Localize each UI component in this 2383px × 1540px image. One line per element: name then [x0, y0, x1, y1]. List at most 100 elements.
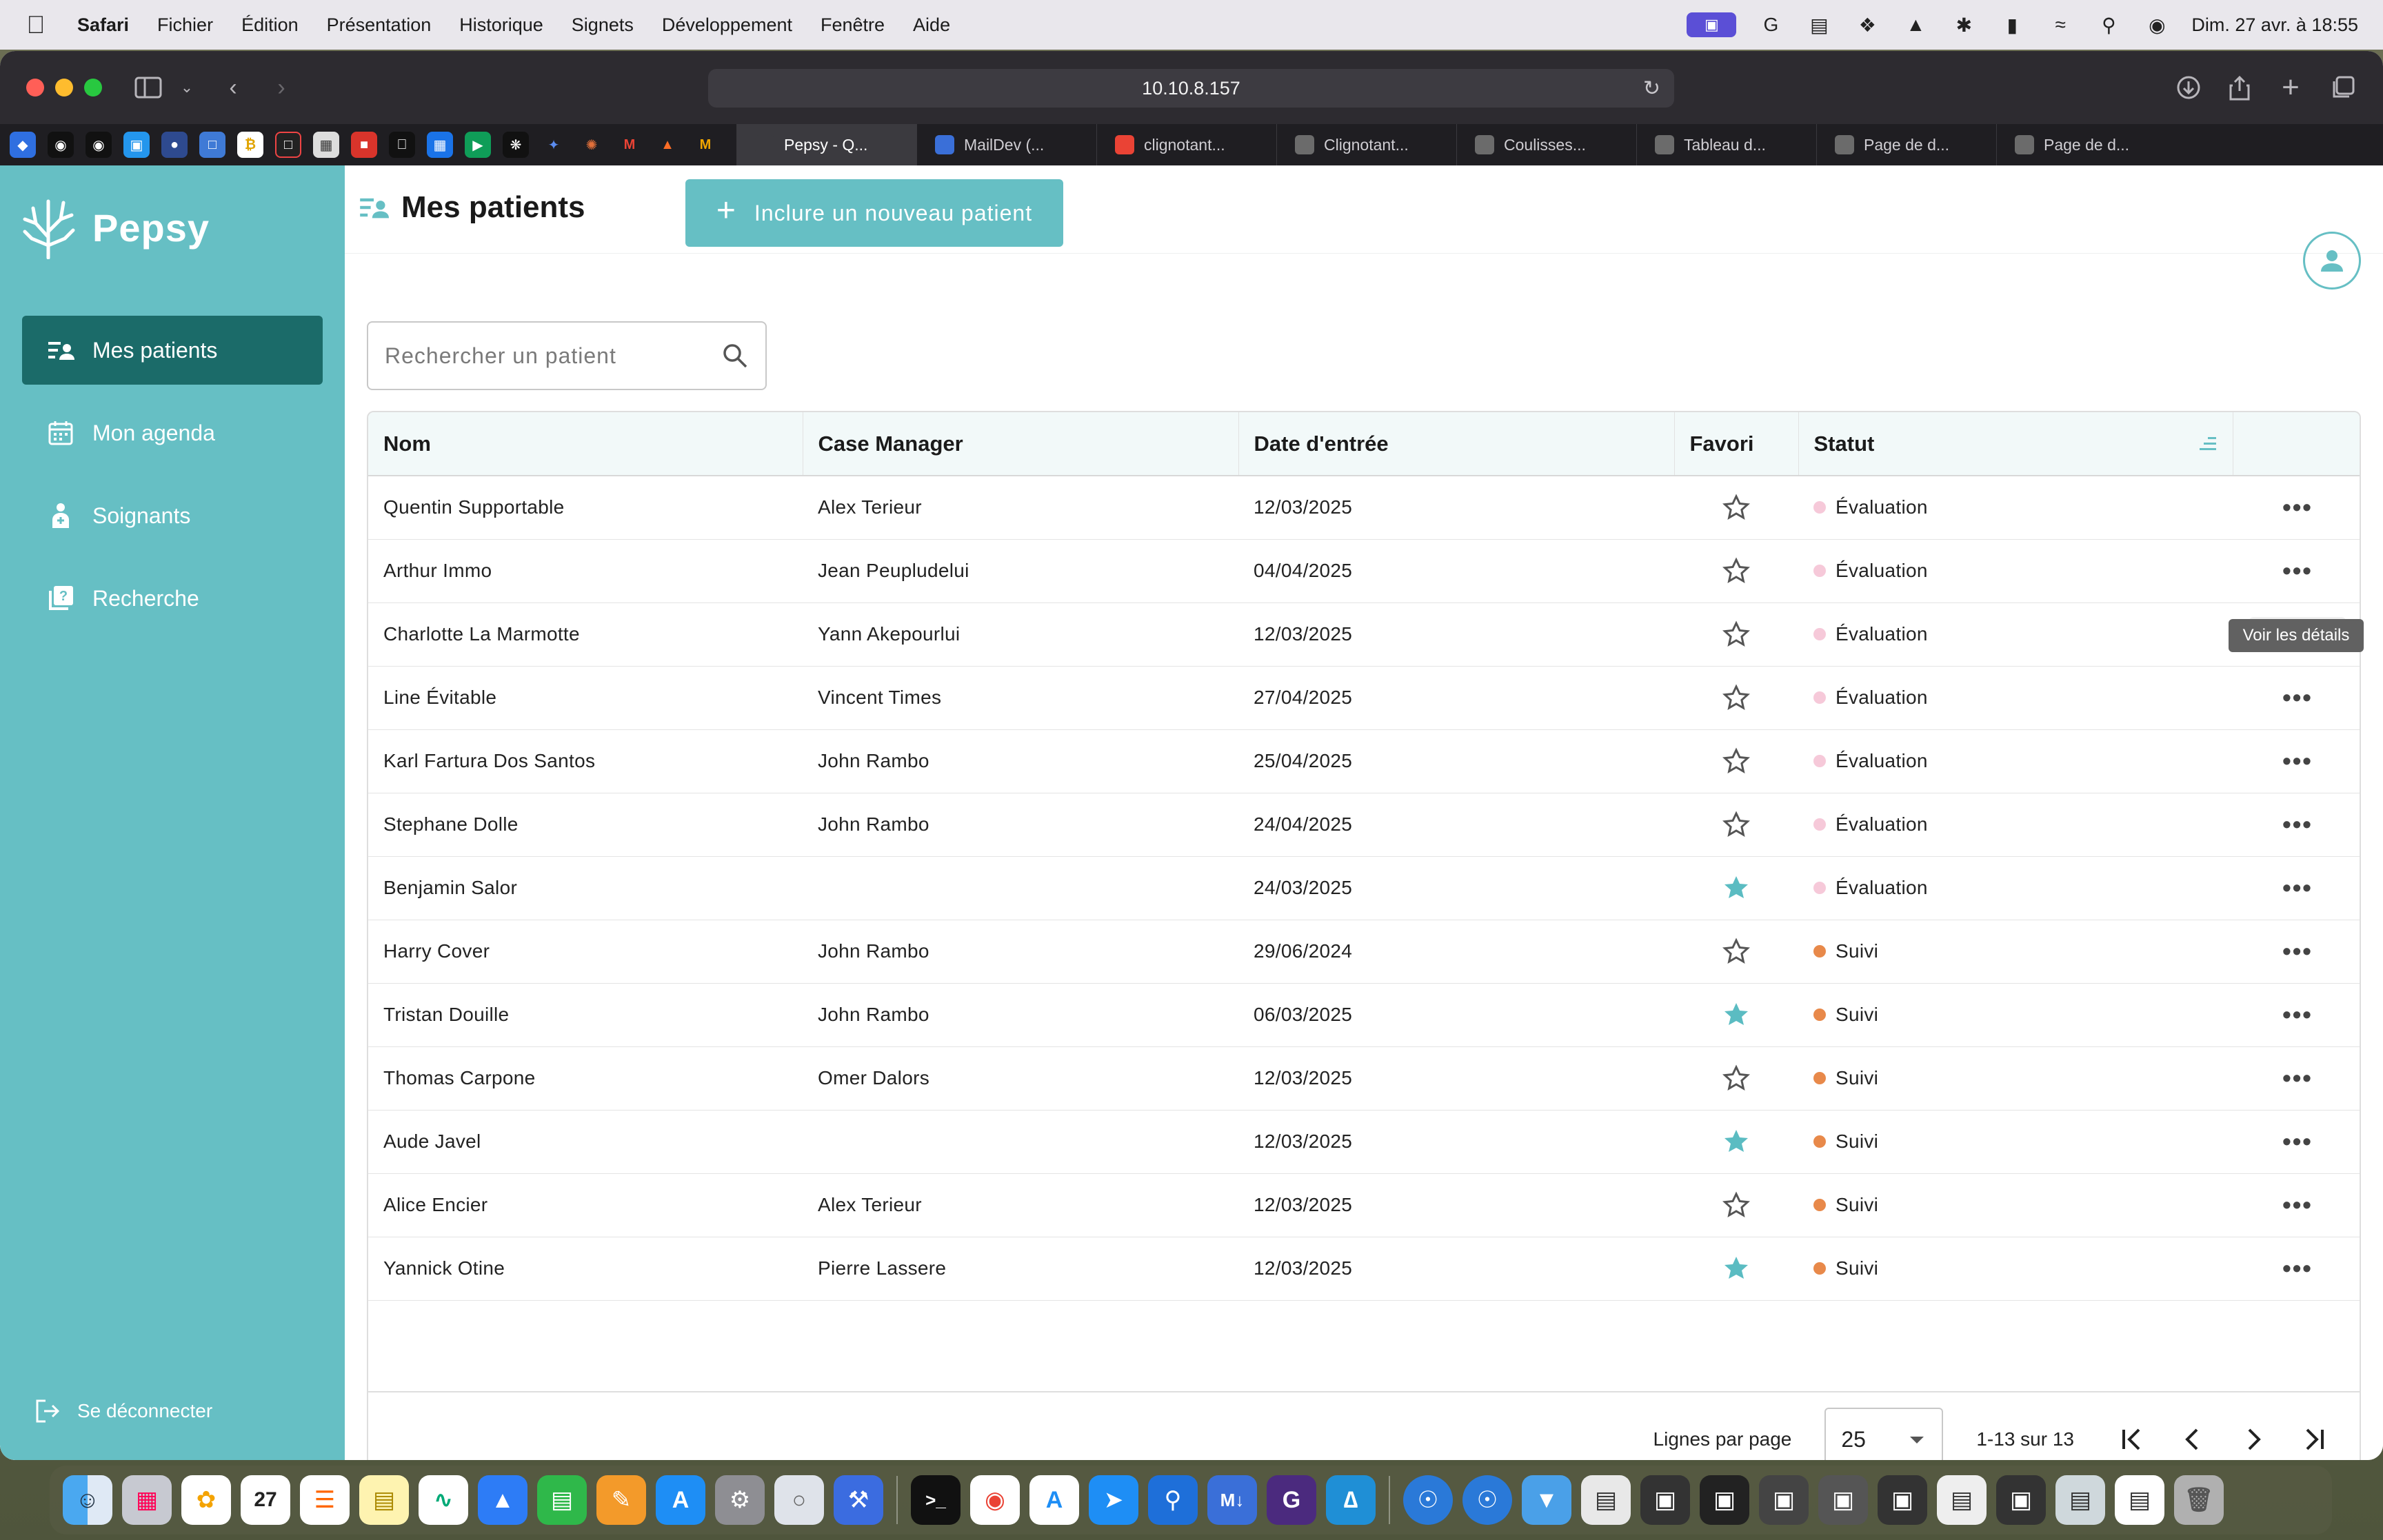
markdown-app-icon[interactable]: M↓ — [1207, 1475, 1257, 1525]
add-patient-button[interactable]: + Inclure un nouveau patient — [685, 179, 1063, 247]
window-thumbnail-7-icon[interactable]: ▣ — [1996, 1475, 2046, 1525]
bookmark-meet-icon[interactable]: ▶ — [465, 132, 491, 158]
column-header-date-entree[interactable]: Date d'entrée — [1238, 412, 1675, 476]
document-thumbnail-icon[interactable]: ▤ — [1581, 1475, 1631, 1525]
table-row[interactable]: Stephane Dolle John Rambo 24/04/2025 Évalua… — [368, 793, 2360, 857]
nav-item-recherche[interactable]: ? Recherche — [22, 564, 323, 633]
bookmark-bitwarden-icon[interactable]: □ — [199, 132, 225, 158]
favorite-toggle[interactable] — [1674, 602, 1798, 667]
previous-page-button[interactable] — [2162, 1409, 2223, 1460]
browser-tab[interactable]: clignotant... — [1096, 124, 1276, 165]
bookmark-gemini-icon[interactable]: ✦ — [541, 132, 567, 158]
more-actions-icon[interactable]: ••• — [2249, 934, 2346, 969]
reminders-icon[interactable]: ☰ — [300, 1475, 350, 1525]
table-row[interactable]: Quentin Supportable Alex Terieur 12/03/202… — [368, 476, 2360, 540]
freeform-icon[interactable]: ∿ — [419, 1475, 468, 1525]
bookmark-github-icon[interactable]: ◉ — [48, 132, 74, 158]
wifi-icon[interactable]: ≈ — [2047, 12, 2074, 37]
accessibility-app-icon[interactable]: A — [1029, 1475, 1079, 1525]
favorite-toggle[interactable] — [1674, 1173, 1798, 1237]
table-row[interactable]: Benjamin Salor 24/03/2025 Évaluation ••• — [368, 856, 2360, 920]
system-settings-icon[interactable]: ⚙ — [715, 1475, 765, 1525]
column-header-favori[interactable]: Favori — [1674, 412, 1799, 476]
control-center-icon[interactable]: ◉ — [2143, 12, 2171, 37]
more-actions-icon[interactable]: ••• — [2249, 997, 2346, 1032]
next-page-button[interactable] — [2223, 1409, 2284, 1460]
browser-tab[interactable]: Coulisses... — [1456, 124, 1636, 165]
menu-item-7[interactable]: Aide — [913, 14, 950, 36]
menu-item-0[interactable]: Fichier — [157, 14, 213, 36]
nav-item-soignants[interactable]: Soignants — [22, 481, 323, 550]
favorite-toggle[interactable] — [1674, 476, 1798, 540]
back-icon[interactable]: ‹ — [219, 72, 247, 103]
window-thumbnail-5-icon[interactable]: ▣ — [1878, 1475, 1927, 1525]
more-actions-icon[interactable]: ••• — [2249, 1124, 2346, 1159]
window-thumbnail-3-icon[interactable]: ▣ — [1759, 1475, 1809, 1525]
menubar-clock[interactable]: Dim. 27 avr. à 18:55 — [2191, 14, 2358, 36]
notes-icon[interactable]: ▤ — [359, 1475, 409, 1525]
more-actions-icon[interactable]: ••• — [2249, 1251, 2346, 1286]
window-thumbnail-icon[interactable]: ▣ — [1640, 1475, 1690, 1525]
bookmark-openai-icon[interactable]: ❋ — [503, 132, 529, 158]
more-actions-icon[interactable]: ••• — [2249, 490, 2346, 525]
favorite-toggle[interactable] — [1674, 1046, 1798, 1111]
user-avatar[interactable] — [2303, 232, 2361, 290]
bluetooth-icon[interactable]: ✱ — [1950, 12, 1978, 37]
search-icon[interactable] — [721, 342, 749, 369]
screen-share-icon[interactable]: ▣ — [1687, 12, 1737, 37]
browser-tab[interactable]: Clignotant... — [1276, 124, 1456, 165]
more-actions-icon[interactable]: ••• — [2249, 871, 2346, 905]
photos-icon[interactable]: ✿ — [181, 1475, 231, 1525]
bookmark-netlify-icon[interactable]: ■ — [351, 132, 377, 158]
reload-icon[interactable]: ↻ — [1643, 77, 1660, 101]
last-page-button[interactable] — [2284, 1409, 2344, 1460]
table-row[interactable]: Charlotte La Marmotte Yann Akepourlui 12/0… — [368, 602, 2360, 667]
keynote-icon[interactable]: ▲ — [478, 1475, 527, 1525]
search-input[interactable] — [385, 343, 721, 369]
window-thumbnail-9-icon[interactable]: ▤ — [2115, 1475, 2164, 1525]
terminal-icon[interactable]: >_ — [911, 1475, 961, 1525]
more-actions-icon[interactable]: ••• — [2249, 1061, 2346, 1095]
more-actions-icon[interactable]: ••• — [2249, 554, 2346, 588]
more-actions-icon[interactable]: ••• — [2249, 1188, 2346, 1222]
zoom-window-button[interactable] — [84, 79, 102, 97]
table-row[interactable]: Alice Encier Alex Terieur 12/03/2025 Suivi •… — [368, 1173, 2360, 1237]
favorite-toggle[interactable] — [1674, 1237, 1798, 1301]
column-header-nom[interactable]: Nom — [368, 412, 803, 476]
table-row[interactable]: Aude Javel 12/03/2025 Suivi ••• — [368, 1110, 2360, 1174]
table-row[interactable]: Yannick Otine Pierre Lassere 12/03/2025 Sui… — [368, 1237, 2360, 1301]
menu-item-5[interactable]: Développement — [662, 14, 792, 36]
favorite-toggle[interactable] — [1674, 1110, 1798, 1174]
table-row[interactable]: Karl Fartura Dos Santos John Rambo 25/04/2… — [368, 729, 2360, 793]
forward-icon[interactable]: › — [268, 72, 295, 103]
favorite-toggle[interactable] — [1674, 666, 1798, 730]
safari-icon[interactable]: ➤ — [1089, 1475, 1138, 1525]
bookmark-gitlab-icon[interactable]: ▲ — [654, 132, 681, 158]
maps-app-icon[interactable]: ⚲ — [1148, 1475, 1198, 1525]
launchpad-icon[interactable]: ▦ — [122, 1475, 172, 1525]
more-actions-icon[interactable]: ••• — [2249, 744, 2346, 778]
table-row[interactable]: Tristan Douille John Rambo 06/03/2025 Suivi… — [368, 983, 2360, 1047]
finder-icon[interactable]: ☺ — [63, 1475, 112, 1525]
bookmark-calendar-icon[interactable]: ▦ — [427, 132, 453, 158]
bookmark-jira-icon[interactable]: ◆ — [10, 132, 36, 158]
new-tab-icon[interactable]: + — [2275, 70, 2306, 104]
bookmark-bitcoin-icon[interactable]: ₿ — [237, 132, 263, 158]
bookmark-claude-icon[interactable]: ✺ — [579, 132, 605, 158]
menu-item-2[interactable]: Présentation — [327, 14, 432, 36]
menu-item-6[interactable]: Fenêtre — [821, 14, 885, 36]
calendar-app-icon[interactable]: 27 — [241, 1475, 290, 1525]
browser-tab[interactable]: Pepsy - Q... — [736, 124, 916, 165]
favorite-toggle[interactable] — [1674, 793, 1798, 857]
vscode-icon[interactable]: ∆ — [1326, 1475, 1376, 1525]
favorite-toggle[interactable] — [1674, 983, 1798, 1047]
table-row[interactable]: Arthur Immo Jean Peupludelui 04/04/2025 Éva… — [368, 539, 2360, 603]
bookmark-profile-icon[interactable]: ● — [161, 132, 188, 158]
favorite-toggle[interactable] — [1674, 856, 1798, 920]
apple-menu-icon[interactable]:  — [25, 10, 47, 39]
browser-tab[interactable]: Page de d... — [1996, 124, 2176, 165]
table-row[interactable]: Harry Cover John Rambo 29/06/2024 Suivi ••• — [368, 920, 2360, 984]
menu-item-1[interactable]: Édition — [241, 14, 299, 36]
pepsy-logo[interactable]: Pepsy — [21, 196, 210, 259]
address-bar[interactable]: 10.10.8.157 ↻ — [708, 69, 1674, 108]
